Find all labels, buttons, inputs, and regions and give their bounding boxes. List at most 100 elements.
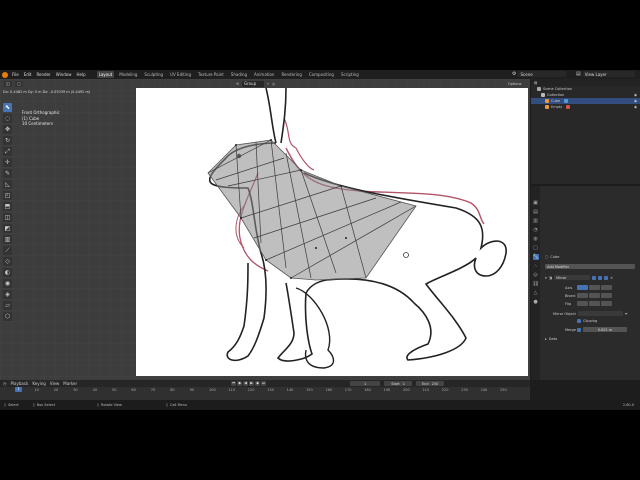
prev-keyframe-icon[interactable]: ◆	[237, 381, 243, 386]
view-layer-selector[interactable]: View Layer	[582, 71, 635, 77]
editor-type-icon[interactable]: ◫	[4, 80, 12, 87]
show-in-editmode-toggle[interactable]	[592, 275, 597, 280]
tab-compositing[interactable]: Compositing	[307, 71, 336, 78]
annotate-icon[interactable]: ✎	[3, 169, 12, 178]
tab-rendering[interactable]: Rendering	[279, 71, 303, 78]
extrude-icon[interactable]: ⬒	[3, 202, 12, 211]
clipping-checkbox[interactable]	[577, 319, 581, 323]
axis-x-toggle[interactable]	[577, 285, 588, 290]
timeline-editor-icon[interactable]: ◷	[3, 381, 7, 386]
scene-tab-icon[interactable]: ◔	[533, 227, 539, 233]
merge-checkbox[interactable]	[577, 327, 581, 332]
bisect-y-toggle[interactable]	[589, 293, 600, 298]
menu-keying[interactable]: Keying	[32, 381, 45, 386]
proportional-icon[interactable]: ◎	[272, 82, 275, 86]
tab-scripting[interactable]: Scripting	[339, 71, 361, 78]
next-keyframe-icon[interactable]: ◆	[255, 381, 261, 386]
options-dropdown[interactable]: Options	[508, 82, 522, 86]
constraints-tab-icon[interactable]: ⛓	[533, 281, 539, 287]
snap-icon[interactable]: ⌖	[267, 82, 269, 86]
poly-build-icon[interactable]: ◇	[3, 257, 12, 266]
add-cube-icon[interactable]: ◰	[3, 191, 12, 200]
menu-file[interactable]: File	[11, 72, 20, 77]
spin-icon[interactable]: ◐	[3, 268, 12, 277]
menu-marker[interactable]: Marker	[63, 381, 77, 386]
play-icon[interactable]: ▶	[249, 381, 255, 386]
scale-icon[interactable]: ⤢	[3, 147, 12, 156]
flip-y-toggle[interactable]	[589, 301, 600, 306]
tab-texture-paint[interactable]: Texture Paint	[196, 71, 226, 78]
modifier-wrench-icon[interactable]	[564, 99, 569, 103]
pivot-dropdown[interactable]: Group	[241, 80, 264, 87]
axis-z-toggle[interactable]	[601, 285, 612, 290]
jump-end-icon[interactable]: ⏭	[261, 381, 267, 386]
axis-y-toggle[interactable]	[589, 285, 600, 290]
start-frame-field[interactable]: Start 1	[384, 381, 413, 386]
knife-icon[interactable]: ⟋	[3, 246, 12, 255]
outliner-item-empty[interactable]: Empty ◉	[531, 104, 640, 110]
bisect-z-toggle[interactable]	[601, 293, 612, 298]
select-box-icon[interactable]: ⬉	[3, 103, 12, 112]
menu-render[interactable]: Render	[35, 72, 51, 77]
move-icon[interactable]: ✥	[3, 125, 12, 134]
object-name[interactable]: Cube	[550, 255, 559, 259]
tab-sculpting[interactable]: Sculpting	[142, 71, 165, 78]
rip-icon[interactable]: ⬡	[3, 312, 12, 321]
measure-icon[interactable]: ◺	[3, 180, 12, 189]
tab-shading[interactable]: Shading	[229, 71, 249, 78]
end-frame-field[interactable]: End 250	[416, 381, 445, 386]
timeline-ruler[interactable]: 0102030405060708090100110120130140150160…	[0, 387, 530, 393]
shear-icon[interactable]: ▱	[3, 301, 12, 310]
visibility-eye-icon[interactable]: ◉	[634, 105, 637, 109]
shrink-icon[interactable]: ◈	[3, 290, 12, 299]
physics-tab-icon[interactable]: ◎	[533, 272, 539, 278]
flip-z-toggle[interactable]	[601, 301, 612, 306]
3d-viewport[interactable]: ◫ ▢ ⟲ Group ⌖ ◎ Options Dx: 0.4482 m Dy:…	[0, 79, 530, 380]
material-tab-icon[interactable]: ●	[533, 299, 539, 305]
transform-icon[interactable]: ✛	[3, 158, 12, 167]
playhead[interactable]: 1	[15, 387, 22, 392]
scene-selector[interactable]: Scene	[518, 71, 567, 77]
world-tab-icon[interactable]: ◍	[533, 236, 539, 242]
collapse-chevron-icon[interactable]: ▾	[545, 276, 547, 280]
transform-orientation-icon[interactable]: ⟲	[236, 82, 239, 86]
rotate-icon[interactable]: ↻	[3, 136, 12, 145]
play-reverse-icon[interactable]: ◀	[243, 381, 249, 386]
reference-image-plane[interactable]	[136, 88, 528, 376]
menu-window[interactable]: Window	[55, 72, 73, 77]
tab-modeling[interactable]: Modeling	[117, 71, 139, 78]
bevel-icon[interactable]: ◩	[3, 224, 12, 233]
eyedropper-icon[interactable]: ✒	[625, 312, 628, 316]
tab-uv-editing[interactable]: UV Editing	[168, 71, 193, 78]
flip-x-toggle[interactable]	[577, 301, 588, 306]
modifier-name-field[interactable]: Mirror	[554, 275, 591, 280]
inset-icon[interactable]: ◫	[3, 213, 12, 222]
modifier-tab-icon[interactable]: 🔧	[532, 254, 539, 260]
menu-playback[interactable]: Playback	[11, 381, 29, 386]
jump-start-icon[interactable]: ⏮	[231, 381, 237, 386]
menu-help[interactable]: Help	[75, 72, 86, 77]
menu-view[interactable]: View	[50, 381, 60, 386]
merge-distance-field[interactable]: 0.001 m	[583, 327, 627, 332]
smooth-icon[interactable]: ◉	[3, 279, 12, 288]
show-in-viewport-toggle[interactable]	[598, 275, 603, 280]
object-tab-icon[interactable]: ▢	[533, 245, 539, 251]
add-modifier-button[interactable]: Add Modifier	[545, 264, 635, 269]
render-tab-icon[interactable]: ▣	[533, 200, 539, 206]
menu-edit[interactable]: Edit	[23, 72, 33, 77]
view-layer-tab-icon[interactable]: ▥	[533, 218, 539, 224]
tab-layout[interactable]: Layout	[96, 71, 115, 78]
current-frame-field[interactable]: 1	[350, 381, 381, 386]
bisect-x-toggle[interactable]	[577, 293, 588, 298]
particles-tab-icon[interactable]: ∴	[533, 263, 539, 269]
data-tab-icon[interactable]: △	[533, 290, 539, 296]
close-icon[interactable]: ✕	[610, 276, 613, 280]
show-in-render-toggle[interactable]	[604, 275, 609, 280]
visibility-eye-icon[interactable]: ◉	[634, 93, 637, 97]
object-mode-icon[interactable]: ▢	[15, 80, 23, 87]
mirror-object-field[interactable]	[577, 311, 623, 316]
data-subpanel[interactable]: ▸ Data	[545, 337, 557, 341]
loop-cut-icon[interactable]: ▥	[3, 235, 12, 244]
tab-animation[interactable]: Animation	[252, 71, 276, 78]
output-tab-icon[interactable]: ▤	[533, 209, 539, 215]
